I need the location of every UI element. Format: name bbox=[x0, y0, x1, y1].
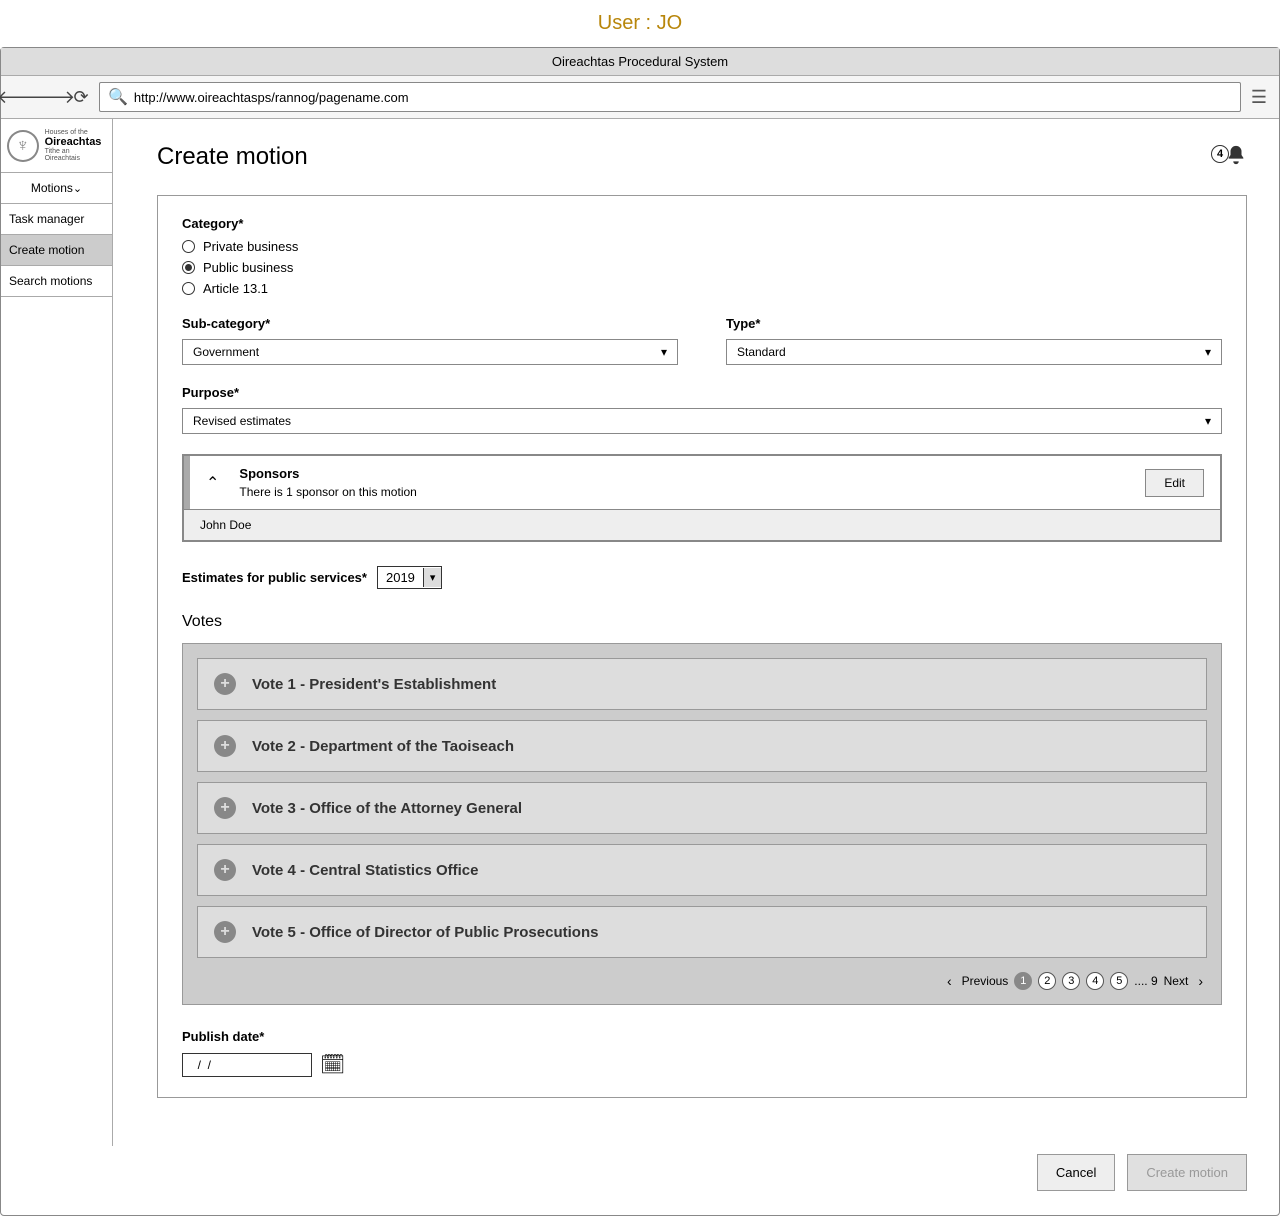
calendar-icon[interactable]: 🗓 bbox=[320, 1052, 345, 1077]
sidebar-item-label: Create motion bbox=[9, 243, 84, 257]
forward-button[interactable]: 🡒 bbox=[39, 85, 63, 109]
logo: ♆ Houses of the Oireachtas Tithe an Oire… bbox=[1, 119, 112, 173]
create-motion-button[interactable]: Create motion bbox=[1127, 1154, 1247, 1191]
sidebar-item-label: Motions bbox=[31, 181, 73, 195]
radio-label: Public business bbox=[203, 260, 293, 275]
page-ellipsis: .... 9 bbox=[1134, 974, 1157, 988]
vote-label: Vote 4 - Central Statistics Office bbox=[252, 862, 478, 879]
next-arrow-icon[interactable]: › bbox=[1194, 973, 1207, 989]
chevron-up-icon[interactable]: ⌃ bbox=[206, 473, 219, 493]
sponsors-panel: ⌃ Sponsors There is 1 sponsor on this mo… bbox=[182, 454, 1222, 542]
search-icon: 🔍 bbox=[108, 87, 128, 107]
plus-icon: + bbox=[214, 797, 236, 819]
sidebar: ♆ Houses of the Oireachtas Tithe an Oire… bbox=[1, 119, 113, 1146]
url-bar[interactable]: 🔍 bbox=[99, 82, 1241, 112]
category-label: Category* bbox=[182, 216, 1222, 231]
chevron-down-icon bbox=[1205, 414, 1211, 428]
publish-date-input[interactable] bbox=[182, 1053, 312, 1077]
votes-title: Votes bbox=[182, 613, 1222, 631]
vote-item[interactable]: + Vote 5 - Office of Director of Public … bbox=[197, 906, 1207, 958]
year-select[interactable]: 2019 ▾ bbox=[377, 566, 442, 589]
notification-count: 4 bbox=[1211, 145, 1229, 163]
publish-date-label: Publish date* bbox=[182, 1029, 1222, 1044]
plus-icon: + bbox=[214, 735, 236, 757]
pagination: ‹ Previous 1 2 3 4 5 .... 9 Next › bbox=[197, 972, 1207, 990]
category-radio-group: Private business Public business Article… bbox=[182, 239, 1222, 296]
plus-icon: + bbox=[214, 921, 236, 943]
page-1[interactable]: 1 bbox=[1014, 972, 1032, 990]
menu-icon[interactable]: ☰ bbox=[1247, 85, 1271, 109]
chevron-down-icon: ▾ bbox=[423, 568, 442, 587]
plus-icon: + bbox=[214, 859, 236, 881]
logo-main: Oireachtas bbox=[45, 136, 106, 148]
cancel-button[interactable]: Cancel bbox=[1037, 1154, 1115, 1191]
logo-crest-icon: ♆ bbox=[7, 130, 39, 162]
plus-icon: + bbox=[214, 673, 236, 695]
chevron-down-icon bbox=[1205, 345, 1211, 359]
vote-item[interactable]: + Vote 1 - President's Establishment bbox=[197, 658, 1207, 710]
page-4[interactable]: 4 bbox=[1086, 972, 1104, 990]
radio-icon bbox=[182, 282, 195, 295]
radio-icon bbox=[182, 240, 195, 253]
window-title: Oireachtas Procedural System bbox=[1, 48, 1279, 76]
type-select[interactable]: Standard bbox=[726, 339, 1222, 365]
year-value: 2019 bbox=[378, 567, 423, 588]
subcategory-label: Sub-category* bbox=[182, 316, 678, 331]
vote-label: Vote 2 - Department of the Taoiseach bbox=[252, 738, 514, 755]
vote-label: Vote 1 - President's Establishment bbox=[252, 676, 496, 693]
browser-frame: Oireachtas Procedural System 🡐 🡒 ⟳ 🔍 ☰ ♆… bbox=[0, 47, 1280, 1216]
notification-bell[interactable]: 4 bbox=[1225, 144, 1247, 171]
radio-private-business[interactable]: Private business bbox=[182, 239, 1222, 254]
page-title: Create motion bbox=[157, 143, 308, 171]
sponsors-title: Sponsors bbox=[239, 466, 1125, 481]
user-label: User : JO bbox=[0, 0, 1280, 47]
sidebar-item-create-motion[interactable]: Create motion bbox=[1, 235, 112, 266]
prev-button[interactable]: Previous bbox=[962, 974, 1009, 988]
votes-container: + Vote 1 - President's Establishment + V… bbox=[182, 643, 1222, 1005]
sponsors-subtitle: There is 1 sponsor on this motion bbox=[239, 485, 1125, 499]
vote-item[interactable]: + Vote 4 - Central Statistics Office bbox=[197, 844, 1207, 896]
logo-sub: Tithe an Oireachtais bbox=[45, 148, 106, 162]
chevron-down-icon: ⌄ bbox=[73, 182, 82, 195]
sidebar-item-search-motions[interactable]: Search motions bbox=[1, 266, 112, 297]
sidebar-item-label: Search motions bbox=[9, 274, 92, 288]
page-2[interactable]: 2 bbox=[1038, 972, 1056, 990]
select-value: Standard bbox=[737, 345, 786, 359]
radio-label: Article 13.1 bbox=[203, 281, 268, 296]
estimates-label: Estimates for public services* bbox=[182, 570, 367, 585]
logo-sup: Houses of the bbox=[45, 129, 106, 136]
type-label: Type* bbox=[726, 316, 1222, 331]
reload-button[interactable]: ⟳ bbox=[69, 85, 93, 109]
purpose-label: Purpose* bbox=[182, 385, 1222, 400]
select-value: Revised estimates bbox=[193, 414, 291, 428]
sidebar-item-task-manager[interactable]: Task manager bbox=[1, 204, 112, 235]
vote-item[interactable]: + Vote 3 - Office of the Attorney Genera… bbox=[197, 782, 1207, 834]
page-3[interactable]: 3 bbox=[1062, 972, 1080, 990]
footer-actions: Cancel Create motion bbox=[1, 1146, 1279, 1215]
page-5[interactable]: 5 bbox=[1110, 972, 1128, 990]
select-value: Government bbox=[193, 345, 259, 359]
radio-article-13-1[interactable]: Article 13.1 bbox=[182, 281, 1222, 296]
edit-sponsors-button[interactable]: Edit bbox=[1145, 469, 1204, 497]
radio-icon bbox=[182, 261, 195, 274]
main-content: Create motion 4 Category* Private busine… bbox=[113, 119, 1279, 1146]
vote-label: Vote 5 - Office of Director of Public Pr… bbox=[252, 924, 598, 941]
radio-public-business[interactable]: Public business bbox=[182, 260, 1222, 275]
purpose-select[interactable]: Revised estimates bbox=[182, 408, 1222, 434]
vote-item[interactable]: + Vote 2 - Department of the Taoiseach bbox=[197, 720, 1207, 772]
form-panel: Category* Private business Public busine… bbox=[157, 195, 1247, 1098]
subcategory-select[interactable]: Government bbox=[182, 339, 678, 365]
prev-arrow-icon[interactable]: ‹ bbox=[943, 973, 956, 989]
radio-label: Private business bbox=[203, 239, 298, 254]
sponsor-row: John Doe bbox=[184, 509, 1220, 540]
sidebar-item-motions[interactable]: Motions ⌄ bbox=[1, 173, 112, 204]
vote-label: Vote 3 - Office of the Attorney General bbox=[252, 800, 522, 817]
sidebar-item-label: Task manager bbox=[9, 212, 84, 226]
url-input[interactable] bbox=[134, 90, 1232, 105]
browser-toolbar: 🡐 🡒 ⟳ 🔍 ☰ bbox=[1, 76, 1279, 119]
next-button[interactable]: Next bbox=[1164, 974, 1189, 988]
chevron-down-icon bbox=[661, 345, 667, 359]
